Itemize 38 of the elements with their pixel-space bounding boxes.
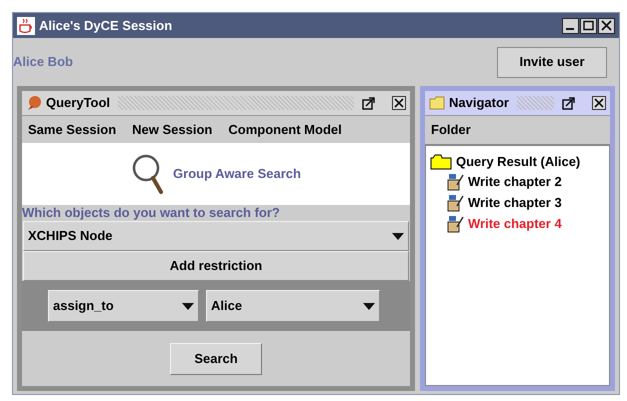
caret-icon: [182, 302, 194, 310]
maximize-icon[interactable]: [580, 18, 597, 34]
folder-header: Folder: [431, 121, 471, 140]
minimize-icon[interactable]: [562, 18, 579, 34]
tree-root[interactable]: Query Result (Alice): [456, 152, 580, 172]
panel-title: QueryTool: [46, 94, 110, 112]
magnifier-icon: [131, 153, 166, 195]
menu-item[interactable]: Same Session: [28, 120, 116, 140]
close-icon[interactable]: [592, 96, 606, 110]
close-icon[interactable]: [392, 96, 406, 110]
value-dropdown[interactable]: Alice: [206, 290, 380, 322]
undock-icon[interactable]: [362, 96, 376, 110]
search-button[interactable]: Search: [170, 342, 262, 374]
add-restriction-button[interactable]: Add restriction: [23, 251, 409, 281]
menu-item[interactable]: New Session: [132, 120, 212, 140]
task-icon: [446, 194, 464, 212]
folder-icon: [430, 154, 452, 170]
tree-item[interactable]: Write chapter 2: [468, 172, 562, 192]
panel-title: Navigator: [449, 94, 509, 112]
menu-item[interactable]: Component Model: [228, 120, 342, 140]
invite-user-button[interactable]: Invite user: [497, 46, 607, 78]
caret-icon: [392, 232, 404, 240]
balloon-icon: [26, 95, 42, 111]
task-icon: [446, 215, 464, 233]
coffee-cup-icon: [17, 16, 35, 34]
undock-icon[interactable]: [562, 96, 576, 110]
tree-item[interactable]: Write chapter 3: [468, 193, 562, 213]
object-type-dropdown[interactable]: XCHIPS Node: [23, 221, 409, 251]
close-icon[interactable]: [598, 18, 615, 34]
folder-icon: [429, 96, 445, 110]
caret-icon: [363, 302, 375, 310]
banner-text: Group Aware Search: [173, 165, 301, 184]
session-users: Alice Bob: [13, 53, 73, 72]
attribute-dropdown[interactable]: assign_to: [48, 290, 199, 322]
task-icon: [446, 173, 464, 191]
tree-item[interactable]: Write chapter 4: [468, 214, 562, 234]
question-label: Which objects do you want to search for?: [22, 205, 281, 221]
window-title: Alice's DyCE Session: [39, 16, 174, 35]
